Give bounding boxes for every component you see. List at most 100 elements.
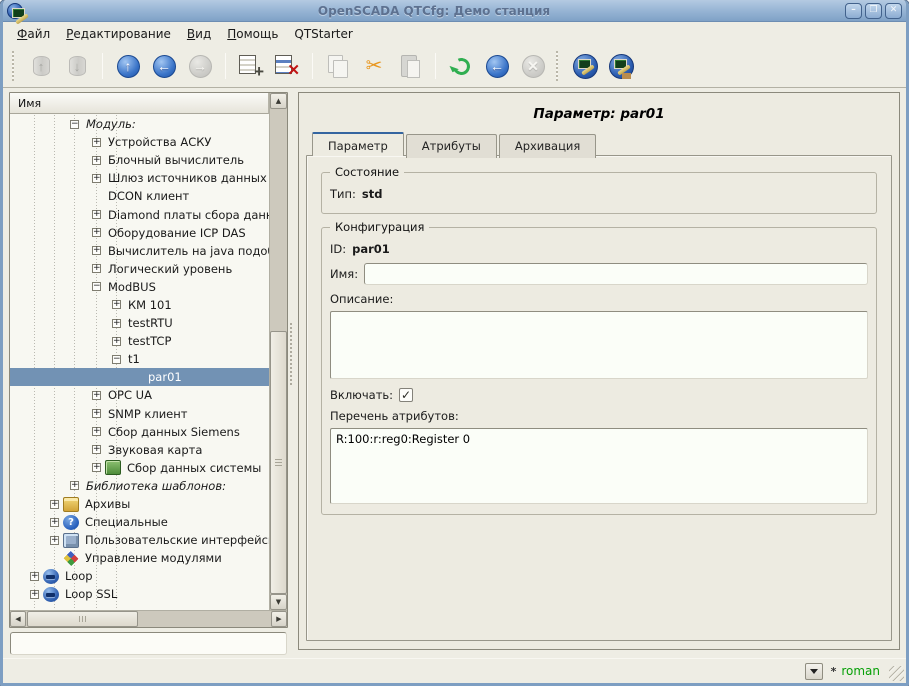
panel-splitter[interactable] <box>288 92 298 628</box>
attributes-list-textarea[interactable]: R:100:r:reg0:Register 0 <box>330 428 868 504</box>
collapse-minus-icon[interactable]: − <box>70 120 79 129</box>
maximize-button[interactable]: ❐ <box>865 3 882 19</box>
tree-item-label: Вычислитель на java подобном <box>105 244 269 258</box>
add-item-button[interactable]: + <box>236 50 266 82</box>
expand-plus-icon[interactable]: + <box>92 210 101 219</box>
menu-file[interactable]: Файл <box>9 24 58 44</box>
tab-архивация[interactable]: Архивация <box>499 134 597 158</box>
toolbar-handle[interactable] <box>555 51 563 81</box>
expand-plus-icon[interactable]: + <box>92 264 101 273</box>
enable-checkbox[interactable]: ✓ <box>399 388 413 402</box>
tabbar: ПараметрАтрибутыАрхивация <box>312 132 899 156</box>
delete-item-button[interactable]: ✕ <box>272 50 302 82</box>
expand-plus-icon[interactable]: + <box>50 536 59 545</box>
tree-item-dcon-клиент[interactable]: DCON клиент <box>10 187 269 205</box>
expand-plus-icon[interactable]: + <box>92 427 101 436</box>
tree-item-t1[interactable]: −t1 <box>10 350 269 368</box>
tree-item-архивы[interactable]: +Архивы <box>10 495 269 513</box>
tree-item-loop[interactable]: +Loop <box>10 567 269 585</box>
tree-item-вычислитель-на-java-подобном[interactable]: + Вычислитель на java подобном <box>10 242 269 260</box>
tree-item-шлюз-источников-данных[interactable]: +Шлюз источников данных <box>10 169 269 187</box>
tree-item-сбор-данных-системы[interactable]: +Сбор данных системы <box>10 459 269 477</box>
menu-qtstarter[interactable]: QTStarter <box>286 24 360 44</box>
collapse-minus-icon[interactable]: − <box>112 355 121 364</box>
tree-item-opc-ua[interactable]: +OPC UA <box>10 386 269 404</box>
refresh-button[interactable] <box>446 50 476 82</box>
scroll-left-arrow-icon[interactable]: ◀ <box>10 611 26 627</box>
tab-параметр[interactable]: Параметр <box>312 132 404 156</box>
horizontal-scroll-thumb[interactable] <box>27 611 138 627</box>
expand-plus-icon[interactable]: + <box>112 337 121 346</box>
expand-plus-icon[interactable]: + <box>50 518 59 527</box>
expand-plus-icon[interactable]: + <box>92 246 101 255</box>
tree-item-diamond-платы-сбора-данных[interactable]: +Diamond платы сбора данных <box>10 205 269 223</box>
status-dropdown-button[interactable] <box>805 663 823 680</box>
scroll-right-arrow-icon[interactable]: ▶ <box>271 611 287 627</box>
tree-search-input[interactable] <box>10 632 287 655</box>
tree-item-устройства-аску[interactable]: +Устройства АСКУ <box>10 133 269 151</box>
system-daq-icon <box>105 460 121 475</box>
tree-item-км-101[interactable]: +КМ 101 <box>10 296 269 314</box>
menu-help[interactable]: Помощь <box>219 24 286 44</box>
qtcfg-starter-button[interactable] <box>570 50 600 82</box>
resize-grip[interactable] <box>889 666 904 681</box>
description-textarea[interactable] <box>330 311 868 379</box>
tree-item-loop-ssl[interactable]: +Loop SSL <box>10 585 269 603</box>
expand-plus-icon[interactable]: + <box>92 138 101 147</box>
tree-horizontal-scrollbar[interactable]: ◀ ▶ <box>10 610 287 627</box>
expand-plus-icon[interactable]: + <box>92 409 101 418</box>
tab-атрибуты[interactable]: Атрибуты <box>406 134 497 158</box>
tree-item-специальные[interactable]: +?Специальные <box>10 513 269 531</box>
qtvision-starter-button[interactable] <box>606 50 636 82</box>
tree-item-par01[interactable]: par01 <box>10 368 269 386</box>
tree-item-testtcp[interactable]: +testTCP <box>10 332 269 350</box>
expand-plus-icon[interactable]: + <box>92 391 101 400</box>
toolbar-handle[interactable] <box>11 51 19 81</box>
tree-item-управление-модулями[interactable]: Управление модулями <box>10 549 269 567</box>
expand-plus-icon[interactable]: + <box>112 300 121 309</box>
tree-item-модуль-[interactable]: −Модуль: <box>10 115 269 133</box>
tree-item-пользовательские-интерфейсы[interactable]: +Пользовательские интерфейсы <box>10 531 269 549</box>
menu-view[interactable]: Вид <box>179 24 219 44</box>
expand-plus-icon[interactable]: + <box>112 319 121 328</box>
tree-column-header[interactable]: Имя <box>10 93 269 114</box>
expand-plus-icon[interactable]: + <box>30 572 39 581</box>
up-level-button[interactable]: ↑ <box>113 50 143 82</box>
tree-item-библиотека-шаблонов-[interactable]: + Библиотека шаблонов: <box>10 477 269 495</box>
expand-plus-icon[interactable]: + <box>92 445 101 454</box>
expand-plus-icon[interactable]: + <box>92 174 101 183</box>
expand-plus-icon[interactable]: + <box>50 500 59 509</box>
tree-item-snmp-клиент[interactable]: +SNMP клиент <box>10 405 269 423</box>
tree-item-звуковая-карта[interactable]: +Звуковая карта <box>10 441 269 459</box>
tree-item-сбор-данных-siemens[interactable]: +Сбор данных Siemens <box>10 423 269 441</box>
splitter-handle[interactable] <box>290 323 296 387</box>
scroll-down-arrow-icon[interactable]: ▼ <box>270 594 287 610</box>
close-button[interactable]: ✕ <box>885 3 902 19</box>
window-title: OpenSCADA QTCfg: Демо станция <box>23 4 845 18</box>
expand-plus-icon[interactable]: + <box>30 590 39 599</box>
tree-item-testrtu[interactable]: +testRTU <box>10 314 269 332</box>
name-input[interactable] <box>364 263 868 285</box>
start-update-button[interactable]: ← <box>482 50 512 82</box>
tree-item-оборудование-icp-das[interactable]: +Оборудование ICP DAS <box>10 224 269 242</box>
toolbar-separator <box>312 53 313 79</box>
expand-plus-icon[interactable]: + <box>92 228 101 237</box>
expand-plus-icon[interactable]: + <box>92 156 101 165</box>
tree-item-label: Библиотека шаблонов: <box>83 479 229 493</box>
scroll-up-arrow-icon[interactable]: ▲ <box>270 93 287 109</box>
tree-item-логический-уровень[interactable]: +Логический уровень <box>10 260 269 278</box>
expand-plus-icon[interactable]: + <box>70 481 79 490</box>
tree-vertical-scrollbar[interactable]: ▲ ▼ <box>269 93 287 610</box>
arrow-back-icon: ← <box>153 55 176 78</box>
menu-edit[interactable]: Редактирование <box>58 24 179 44</box>
expand-plus-icon[interactable]: + <box>92 463 101 472</box>
back-button[interactable]: ← <box>149 50 179 82</box>
collapse-minus-icon[interactable]: − <box>92 282 101 291</box>
vertical-scroll-thumb[interactable] <box>270 331 287 594</box>
tree-item-блочный-вычислитель[interactable]: +Блочный вычислитель <box>10 151 269 169</box>
minimize-button[interactable]: – <box>845 3 862 19</box>
cut-button[interactable]: ✂ <box>359 50 389 82</box>
tree-item-modbus[interactable]: −ModBUS <box>10 278 269 296</box>
qtvision-app-icon <box>609 54 634 79</box>
config-panel: Параметр: par01 ПараметрАтрибутыАрхиваци… <box>298 92 900 650</box>
